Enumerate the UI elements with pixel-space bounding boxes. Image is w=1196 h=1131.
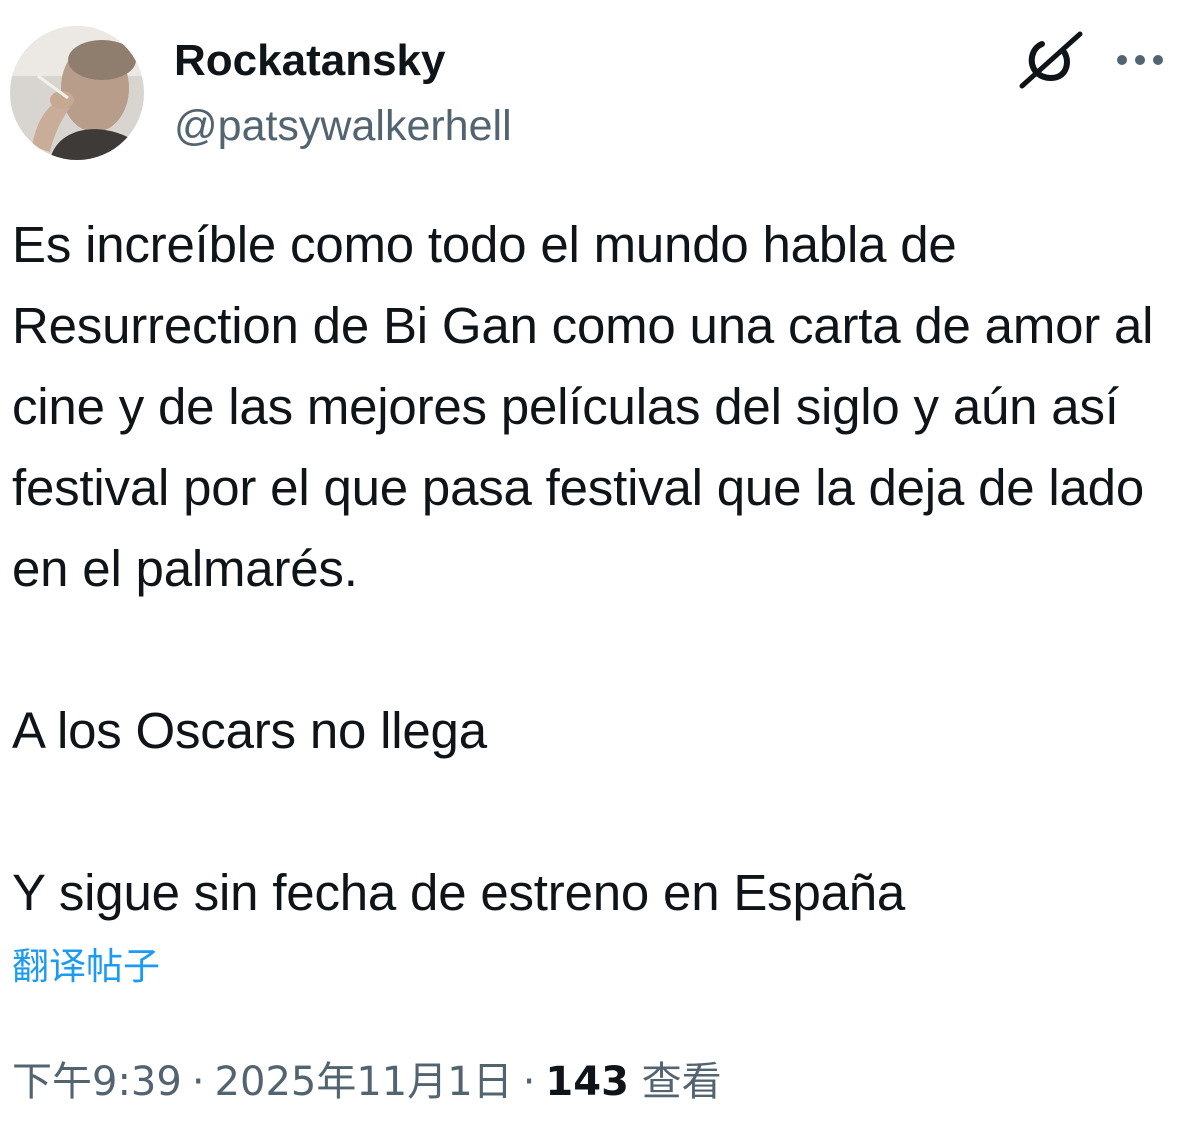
grok-icon[interactable] [1014, 28, 1086, 92]
tweet-metadata: 下午9:39 · 2025年11月1日 · 143 查看 [12, 1052, 722, 1112]
post-date[interactable]: 2025年11月1日 [215, 1059, 513, 1105]
avatar[interactable] [10, 26, 144, 160]
tweet-paragraph: Y sigue sin fecha de estreno en España [12, 864, 906, 921]
views-label: 查看 [641, 1059, 722, 1105]
user-handle[interactable]: @patsywalkerhell [174, 100, 512, 152]
separator: · [191, 1059, 205, 1105]
display-name[interactable]: Rockatansky [174, 34, 445, 88]
more-options-icon[interactable] [1112, 42, 1168, 78]
tweet-text: Es increíble como todo el mundo habla de… [12, 204, 1188, 933]
tweet-paragraph: Es increíble como todo el mundo habla de… [12, 216, 1168, 597]
avatar-image [10, 26, 144, 160]
views-count: 143 [545, 1059, 629, 1105]
tweet-paragraph: A los Oscars no llega [12, 702, 487, 759]
separator: · [522, 1059, 536, 1105]
translate-post-link[interactable]: 翻译帖子 [12, 942, 160, 992]
post-time[interactable]: 下午9:39 [12, 1059, 182, 1105]
